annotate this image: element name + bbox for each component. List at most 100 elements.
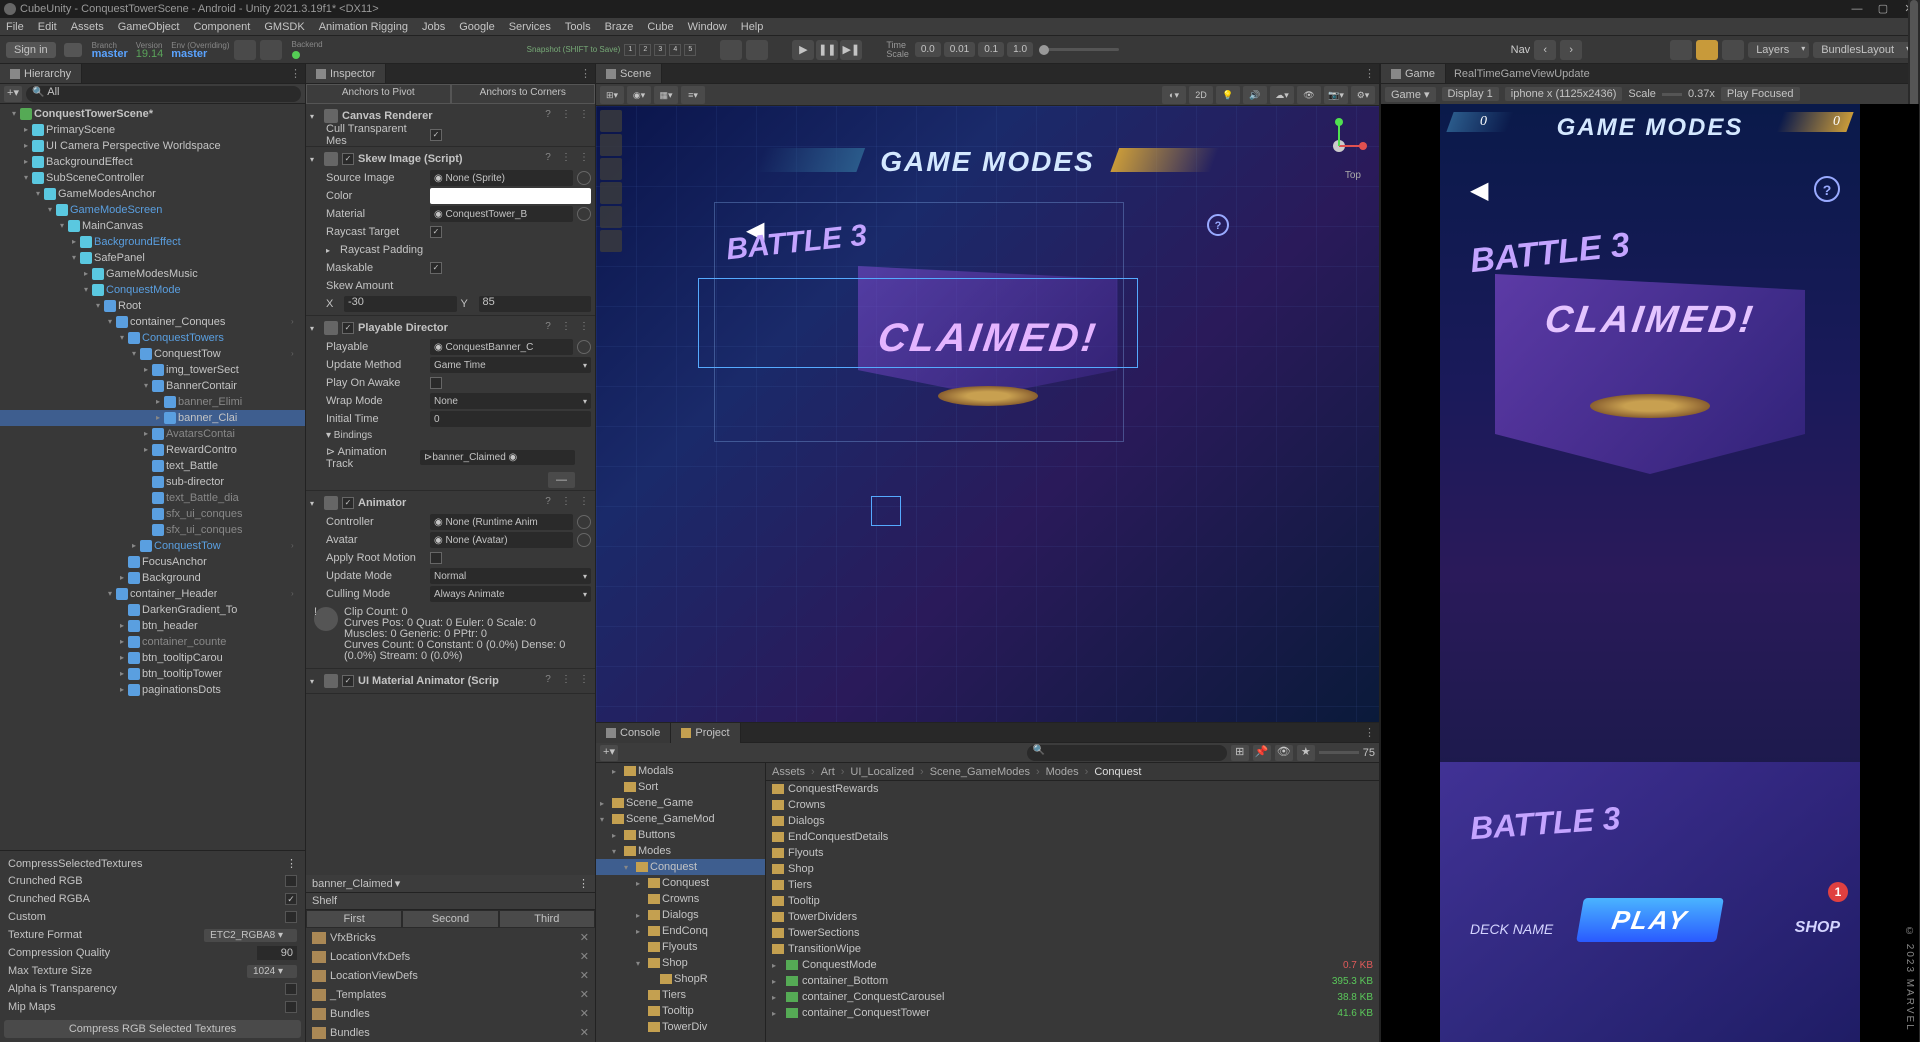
hierarchy-item[interactable]: ▾GameModesAnchor [0, 186, 305, 202]
game-tab[interactable]: Game [1381, 64, 1446, 83]
hierarchy-item[interactable]: ▾container_Conques› [0, 314, 305, 330]
hand-tool[interactable] [600, 110, 622, 132]
hierarchy-item[interactable]: ▾MainCanvas [0, 218, 305, 234]
hierarchy-item[interactable]: ▸btn_tooltipTower [0, 666, 305, 682]
hierarchy-item[interactable]: ▾SafePanel [0, 250, 305, 266]
hierarchy-tab[interactable]: Hierarchy [0, 64, 82, 83]
shop-button[interactable]: SHOP [1795, 919, 1840, 937]
scale-tool[interactable] [600, 182, 622, 204]
inspector-tab[interactable]: Inspector [306, 64, 386, 83]
deck-button[interactable]: DECK NAME [1470, 921, 1553, 937]
layout-dropdown[interactable]: BundlesLayout [1813, 42, 1914, 58]
scene-tab[interactable]: Scene [596, 64, 662, 83]
refresh-icon[interactable] [234, 40, 256, 60]
move-tool[interactable] [600, 134, 622, 156]
game-back-icon[interactable]: ◀ [1470, 176, 1488, 205]
game-help-icon[interactable]: ? [1814, 176, 1840, 202]
menu-tools[interactable]: Tools [565, 21, 591, 33]
trash-icon[interactable] [260, 40, 282, 60]
hierarchy-item[interactable]: ▾GameModeScreen [0, 202, 305, 218]
hierarchy-item[interactable]: ▸container_counte [0, 634, 305, 650]
hierarchy-item[interactable]: ▸btn_tooltipCarou [0, 650, 305, 666]
hierarchy-item[interactable]: ▾container_Header› [0, 586, 305, 602]
scene-gizmo[interactable] [1309, 116, 1369, 176]
hierarchy-search[interactable]: 🔍 All [26, 86, 301, 102]
compress-button[interactable]: Compress RGB Selected Textures [4, 1020, 301, 1038]
menu-gmsdk[interactable]: GMSDK [264, 21, 304, 33]
hierarchy-item[interactable]: ▾BannerContair [0, 378, 305, 394]
anchors-corners[interactable]: Anchors to Corners [451, 84, 596, 104]
hierarchy-item[interactable]: ▾SubSceneController [0, 170, 305, 186]
console-tab[interactable]: Console [596, 723, 671, 743]
tool-icon-1[interactable] [720, 40, 742, 60]
undo-history-icon[interactable] [1670, 40, 1692, 60]
project-add[interactable]: +▾ [600, 745, 618, 761]
project-search[interactable]: 🔍 [1027, 745, 1227, 761]
menu-window[interactable]: Window [688, 21, 727, 33]
scene-view[interactable]: Top GAME MODES ◀ ? BATTLE 3 CLAIMED! [596, 106, 1379, 722]
hierarchy-item[interactable]: ▸BackgroundEffect [0, 234, 305, 250]
menu-services[interactable]: Services [509, 21, 551, 33]
hierarchy-item[interactable]: ▾ConquestMode [0, 282, 305, 298]
hierarchy-item[interactable]: ▸BackgroundEffect [0, 154, 305, 170]
menu-animation rigging[interactable]: Animation Rigging [319, 21, 408, 33]
menu-braze[interactable]: Braze [605, 21, 634, 33]
menu-gameobject[interactable]: GameObject [118, 21, 180, 33]
hierarchy-item[interactable]: text_Battle_dia [0, 490, 305, 506]
menu-component[interactable]: Component [193, 21, 250, 33]
hierarchy-item[interactable]: ▾Root [0, 298, 305, 314]
transform-tool[interactable] [600, 230, 622, 252]
hierarchy-item[interactable]: ▸UI Camera Perspective Worldspace [0, 138, 305, 154]
menu-jobs[interactable]: Jobs [422, 21, 445, 33]
signin-button[interactable]: Sign in [6, 42, 56, 58]
hierarchy-item[interactable]: text_Battle [0, 458, 305, 474]
game-dd[interactable]: Game ▾ [1385, 87, 1436, 102]
menu-file[interactable]: File [6, 21, 24, 33]
hierarchy-item[interactable]: ▸RewardContro [0, 442, 305, 458]
hierarchy-item[interactable]: ▸AvatarsContai [0, 426, 305, 442]
tool-icon-2[interactable] [746, 40, 768, 60]
hierarchy-item[interactable]: sfx_ui_conques [0, 522, 305, 538]
menu-edit[interactable]: Edit [38, 21, 57, 33]
hierarchy-item[interactable]: ▸banner_Clai [0, 410, 305, 426]
search-icon[interactable] [1722, 40, 1744, 60]
hierarchy-item[interactable]: ▾ConquestTow› [0, 346, 305, 362]
rotate-tool[interactable] [600, 158, 622, 180]
nav-fwd[interactable]: › [1560, 40, 1582, 60]
cloud-icon[interactable] [64, 43, 82, 57]
grid-icon[interactable] [1696, 40, 1718, 60]
hierarchy-item[interactable]: sub-director [0, 474, 305, 490]
menu-cube[interactable]: Cube [647, 21, 673, 33]
add-button[interactable]: +▾ [4, 86, 22, 102]
hierarchy-item[interactable]: ▸GameModesMusic [0, 266, 305, 282]
anchors-pivot[interactable]: Anchors to Pivot [306, 84, 451, 104]
hierarchy-item[interactable]: ▸PrimaryScene [0, 122, 305, 138]
nav-back[interactable]: ‹ [1534, 40, 1556, 60]
2d-toggle[interactable]: 2D [1189, 86, 1213, 104]
hierarchy-item[interactable]: ▾ConquestTowers [0, 330, 305, 346]
timescale-slider[interactable] [1039, 48, 1119, 51]
display-dd[interactable]: Display 1 [1442, 87, 1499, 101]
hierarchy-item[interactable]: ▸btn_header [0, 618, 305, 634]
hierarchy-item[interactable]: ▸Background [0, 570, 305, 586]
hierarchy-item[interactable]: ▸paginationsDots [0, 682, 305, 698]
res-dd[interactable]: iphone x (1125x2436) [1505, 87, 1623, 101]
menu-google[interactable]: Google [459, 21, 494, 33]
hierarchy-item[interactable]: ▸img_towerSect [0, 362, 305, 378]
rect-tool[interactable] [600, 206, 622, 228]
pause-button[interactable]: ❚❚ [816, 40, 838, 60]
project-tab[interactable]: Project [671, 723, 740, 743]
hierarchy-item[interactable]: DarkenGradient_To [0, 602, 305, 618]
menu-help[interactable]: Help [741, 21, 764, 33]
project-slider[interactable] [1319, 751, 1359, 754]
hierarchy-item[interactable]: ▾ConquestTowerScene* [0, 106, 305, 122]
hierarchy-item[interactable]: ▸ConquestTow› [0, 538, 305, 554]
hierarchy-item[interactable]: FocusAnchor [0, 554, 305, 570]
play-button[interactable]: ▶ [792, 40, 814, 60]
step-button[interactable]: ▶❚ [840, 40, 862, 60]
minimize-button[interactable]: — [1850, 2, 1864, 16]
menu-assets[interactable]: Assets [71, 21, 104, 33]
hierarchy-item[interactable]: sfx_ui_conques [0, 506, 305, 522]
play-button[interactable]: PLAY [1576, 898, 1724, 942]
maximize-button[interactable]: ▢ [1876, 2, 1890, 16]
